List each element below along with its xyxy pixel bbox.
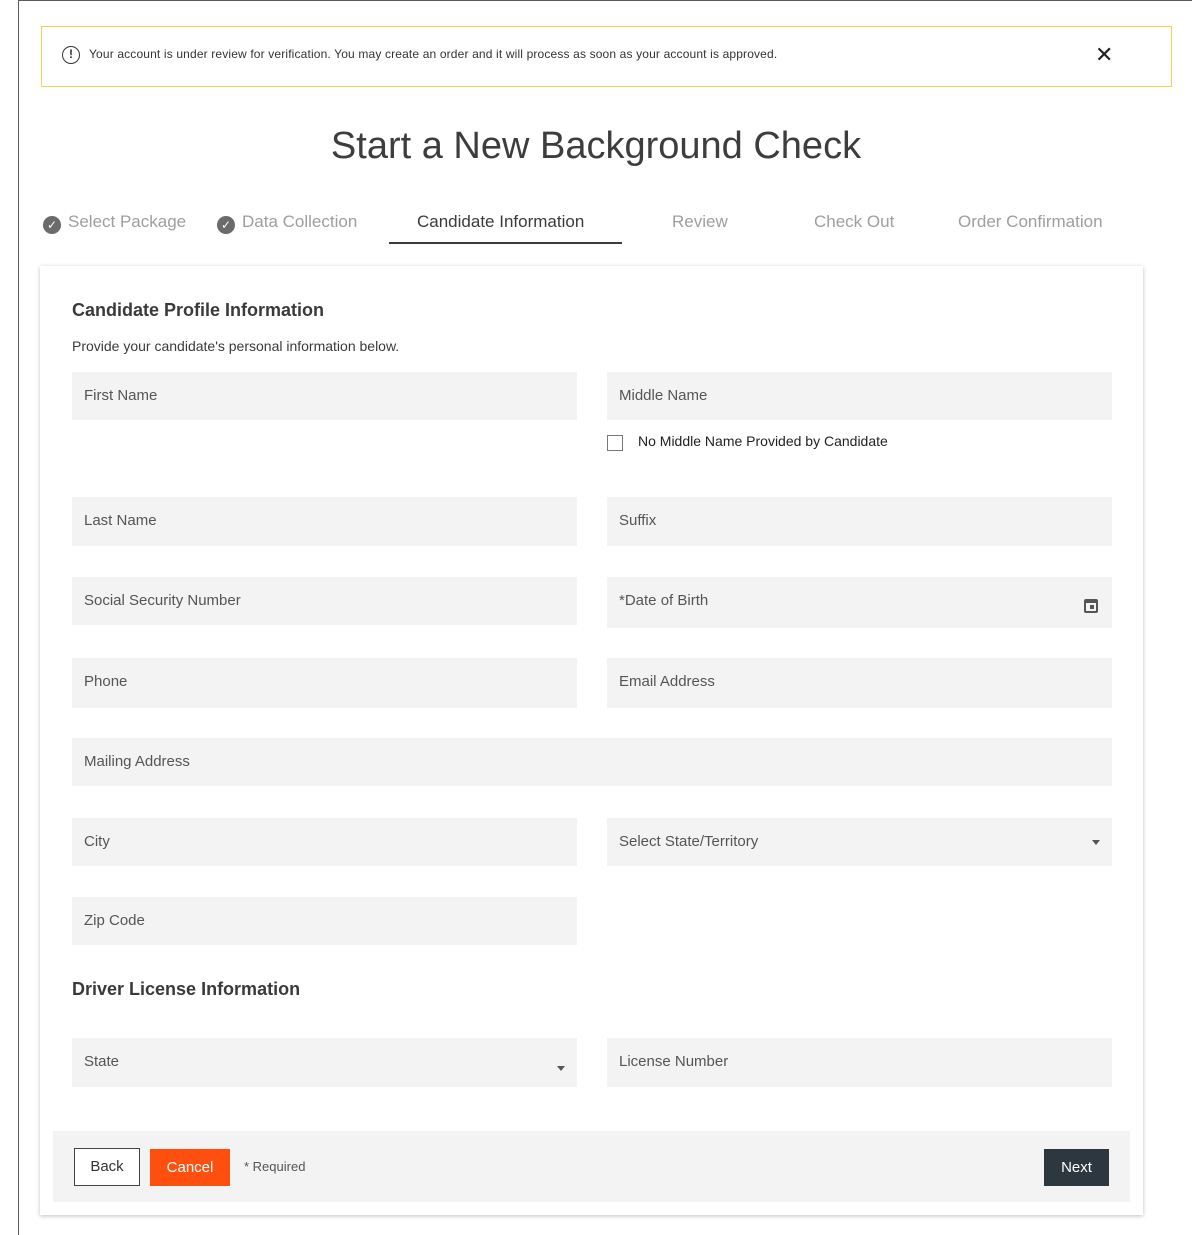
active-step-underline: [389, 242, 622, 244]
last-name-field[interactable]: Last Name: [72, 497, 577, 546]
last-name-placeholder: Last Name: [84, 512, 157, 529]
step-label: Order Confirmation: [958, 212, 1103, 231]
step-select-package[interactable]: ✓ Select Package: [43, 212, 186, 234]
step-check-out: Check Out: [814, 212, 894, 232]
license-state-select[interactable]: State: [72, 1038, 577, 1087]
calendar-icon[interactable]: [1084, 599, 1098, 613]
zip-code-placeholder: Zip Code: [84, 912, 145, 929]
chevron-down-icon: [1092, 840, 1100, 845]
step-label: Review: [672, 212, 728, 231]
profile-section-subtitle: Provide your candidate's personal inform…: [72, 338, 400, 354]
required-note: * Required: [244, 1159, 306, 1174]
step-order-confirmation: Order Confirmation: [958, 212, 1103, 232]
close-icon[interactable]: ✕: [1095, 43, 1113, 67]
phone-placeholder: Phone: [84, 673, 128, 690]
city-placeholder: City: [84, 833, 110, 850]
state-territory-select[interactable]: Select State/Territory: [607, 818, 1112, 866]
page-title: Start a New Background Check: [330, 125, 862, 167]
suffix-placeholder: Suffix: [619, 512, 657, 529]
zip-code-field[interactable]: Zip Code: [72, 897, 577, 945]
state-territory-placeholder: Select State/Territory: [619, 833, 759, 850]
middle-name-placeholder: Middle Name: [619, 387, 708, 404]
license-number-field[interactable]: License Number: [607, 1038, 1112, 1087]
check-circle-icon: ✓: [43, 216, 61, 234]
step-label: Candidate Information: [417, 212, 585, 231]
alert-message: Your account is under review for verific…: [89, 47, 778, 61]
mailing-address-field[interactable]: Mailing Address: [72, 738, 1112, 786]
email-placeholder: Email Address: [619, 673, 715, 690]
chevron-down-icon: [557, 1066, 565, 1071]
no-middle-name-label: No Middle Name Provided by Candidate: [638, 433, 888, 449]
first-name-placeholder: First Name: [84, 387, 158, 404]
profile-section-title: Candidate Profile Information: [72, 300, 325, 320]
first-name-field[interactable]: First Name: [72, 372, 577, 420]
info-circle-icon: !: [62, 46, 80, 64]
step-label: Select Package: [68, 212, 187, 231]
license-state-placeholder: State: [84, 1053, 120, 1070]
license-number-placeholder: License Number: [619, 1053, 729, 1070]
email-field[interactable]: Email Address: [607, 658, 1112, 708]
progress-steps: ✓ Select Package ✓ Data Collection Candida…: [0, 208, 1192, 248]
mailing-address-placeholder: Mailing Address: [84, 753, 190, 770]
back-button[interactable]: Back: [74, 1148, 140, 1186]
suffix-field[interactable]: Suffix: [607, 497, 1112, 546]
date-of-birth-placeholder: *Date of Birth: [619, 592, 709, 609]
step-candidate-information[interactable]: Candidate Information: [417, 212, 584, 232]
city-field[interactable]: City: [72, 818, 577, 866]
phone-field[interactable]: Phone: [72, 658, 577, 708]
next-button[interactable]: Next: [1044, 1149, 1109, 1186]
check-circle-icon: ✓: [217, 216, 235, 234]
step-review: Review: [672, 212, 728, 232]
form-footer: Back Cancel * Required Next: [53, 1131, 1130, 1202]
license-section-title: Driver License Information: [72, 979, 301, 999]
date-of-birth-field[interactable]: *Date of Birth: [607, 577, 1112, 628]
ssn-placeholder: Social Security Number: [84, 592, 241, 609]
ssn-field[interactable]: Social Security Number: [72, 577, 577, 625]
no-middle-name-checkbox[interactable]: [607, 435, 623, 451]
cancel-button[interactable]: Cancel: [150, 1149, 230, 1186]
account-review-alert: ! Your account is under review for verif…: [41, 26, 1172, 87]
step-data-collection[interactable]: ✓ Data Collection: [217, 212, 357, 234]
step-label: Data Collection: [242, 212, 358, 231]
step-label: Check Out: [814, 212, 895, 231]
middle-name-field[interactable]: Middle Name: [607, 372, 1112, 420]
